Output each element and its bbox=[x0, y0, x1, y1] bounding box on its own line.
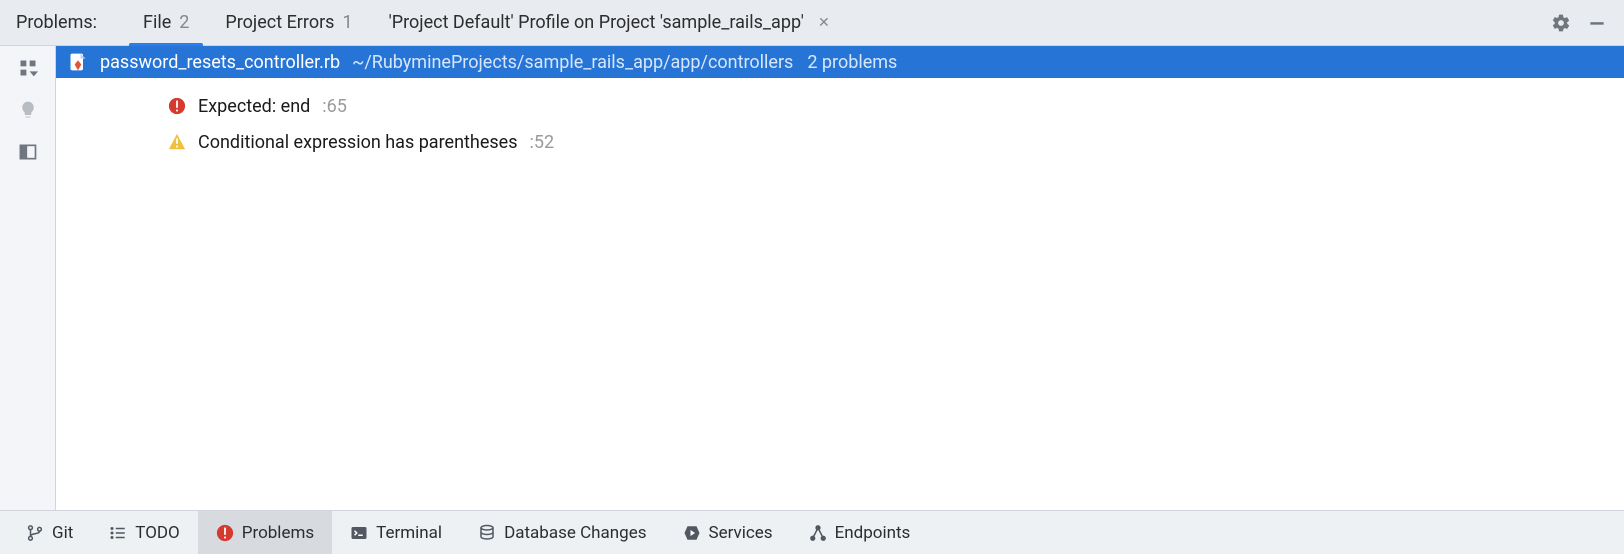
terminal-icon bbox=[350, 524, 368, 542]
bottom-tab-label: Git bbox=[52, 523, 73, 543]
issue-row[interactable]: Conditional expression has parentheses :… bbox=[56, 124, 1624, 160]
bottom-tab-label: Services bbox=[709, 523, 773, 543]
bottom-tab-todo[interactable]: TODO bbox=[91, 511, 197, 554]
tab-file-count: 2 bbox=[179, 12, 189, 33]
endpoints-icon bbox=[809, 524, 827, 542]
bottom-tab-label: Problems bbox=[242, 523, 314, 543]
issue-line: :65 bbox=[322, 96, 347, 117]
bottom-tab-label: Terminal bbox=[376, 523, 442, 543]
issue-line: :52 bbox=[530, 132, 555, 153]
issue-message: Expected: end bbox=[198, 96, 310, 117]
list-icon bbox=[109, 524, 127, 542]
bottom-tab-services[interactable]: Services bbox=[665, 511, 791, 554]
file-problem-count: 2 problems bbox=[807, 52, 897, 73]
issue-list: Expected: end :65 Conditional expression… bbox=[56, 78, 1624, 170]
tab-inspection-profile-label: 'Project Default' Profile on Project 'sa… bbox=[389, 12, 804, 33]
highlight-icon[interactable] bbox=[16, 98, 40, 122]
bottom-tab-problems[interactable]: Problems bbox=[198, 511, 332, 554]
bottom-tab-terminal[interactable]: Terminal bbox=[332, 511, 460, 554]
close-icon[interactable]: ✕ bbox=[814, 13, 834, 33]
issue-row[interactable]: Expected: end :65 bbox=[56, 88, 1624, 124]
database-icon bbox=[478, 524, 496, 542]
minimize-icon[interactable] bbox=[1582, 8, 1612, 38]
bottom-tab-label: TODO bbox=[135, 523, 179, 543]
ruby-file-icon bbox=[68, 52, 88, 72]
error-icon bbox=[216, 524, 234, 542]
error-icon bbox=[168, 97, 186, 115]
tab-file[interactable]: File 2 bbox=[125, 0, 207, 45]
play-hex-icon bbox=[683, 524, 701, 542]
bottom-tab-label: Endpoints bbox=[835, 523, 911, 543]
tab-file-label: File bbox=[143, 12, 171, 33]
problems-tab-bar: Problems: File 2 Project Errors 1 'Proje… bbox=[0, 0, 1624, 46]
issue-message: Conditional expression has parentheses bbox=[198, 132, 518, 153]
tab-project-errors-count: 1 bbox=[342, 12, 352, 33]
tool-window-bar: Git TODO Problems Terminal Database Chan… bbox=[0, 510, 1624, 554]
bottom-tab-database-changes[interactable]: Database Changes bbox=[460, 511, 664, 554]
bottom-tab-git[interactable]: Git bbox=[8, 511, 91, 554]
bottom-tab-label: Database Changes bbox=[504, 523, 646, 543]
file-name: password_resets_controller.rb bbox=[100, 52, 340, 73]
file-path: ~/RubymineProjects/sample_rails_app/app/… bbox=[352, 52, 793, 73]
view-options-icon[interactable] bbox=[16, 56, 40, 80]
file-header[interactable]: password_resets_controller.rb ~/Rubymine… bbox=[56, 46, 1624, 78]
git-branch-icon bbox=[26, 524, 44, 542]
gear-icon[interactable] bbox=[1546, 8, 1576, 38]
preview-panel-icon[interactable] bbox=[16, 140, 40, 164]
problems-label: Problems: bbox=[16, 12, 97, 33]
warning-icon bbox=[168, 133, 186, 151]
bottom-tab-endpoints[interactable]: Endpoints bbox=[791, 511, 929, 554]
tab-project-errors-label: Project Errors bbox=[225, 12, 334, 33]
tool-gutter bbox=[0, 46, 56, 510]
tab-project-errors[interactable]: Project Errors 1 bbox=[207, 0, 370, 45]
tab-inspection-profile[interactable]: 'Project Default' Profile on Project 'sa… bbox=[371, 0, 844, 45]
